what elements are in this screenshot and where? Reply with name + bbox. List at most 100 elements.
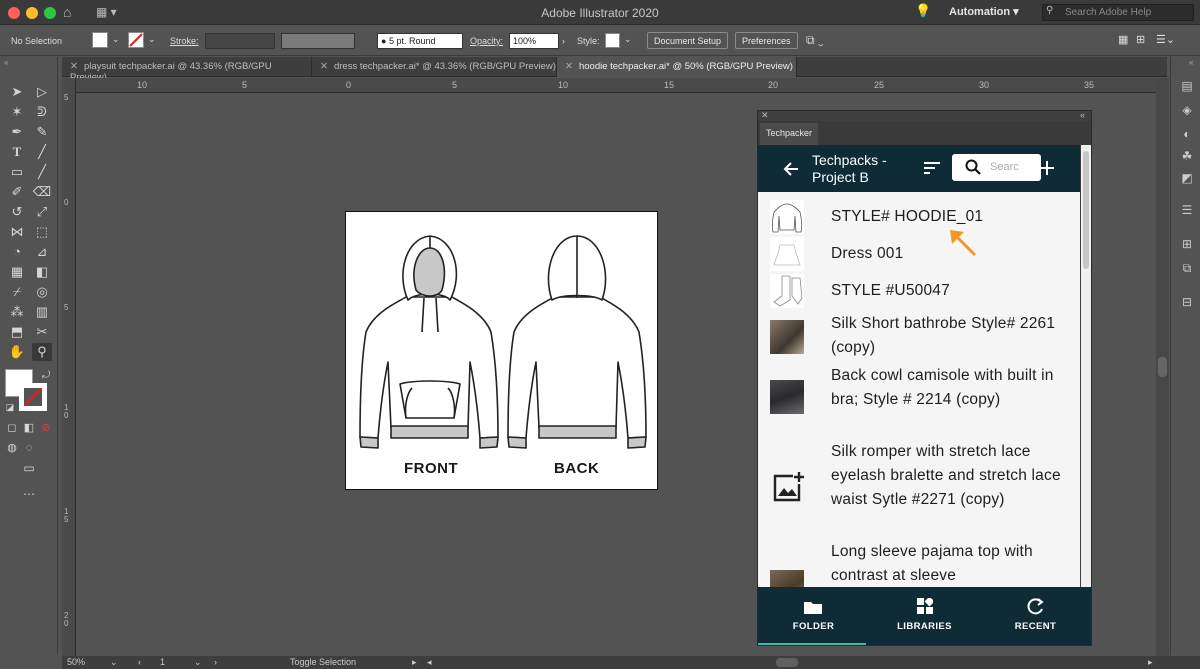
vertical-ruler[interactable]: 5 0 5 1 0 1 5 2 0 [62,78,76,656]
color-icon[interactable]: ◐ [1180,127,1194,141]
none-mode-icon[interactable]: ⊘ [36,419,56,437]
variable-width-profile[interactable] [281,33,355,49]
transform-icon[interactable]: ⊞ [1136,33,1145,46]
perspective-grid-tool-icon[interactable]: ⊿ [32,243,52,261]
scrollbar-thumb[interactable] [1083,151,1089,269]
magic-wand-tool-icon[interactable]: ✶ [7,103,27,121]
artboard-tool-icon[interactable]: ⬒ [7,323,27,341]
artboard-dropdown-icon[interactable]: ⌄ [194,657,202,668]
artboard-number[interactable]: 1 [160,657,165,667]
brush-definition[interactable]: ● 5 pt. Round [377,33,463,49]
pathfinder-icon[interactable]: ⧉ [1180,261,1194,275]
tab-hoodie[interactable]: ✕ hoodie techpacker.ai* @ 50% (RGB/GPU Pr… [557,57,797,77]
line-tool-icon[interactable]: ╱ [32,143,52,161]
type-tool-icon[interactable]: T [7,143,27,161]
opacity-arrow-icon[interactable]: › [562,36,565,46]
opacity-input[interactable]: 100% [509,33,559,49]
rectangle-tool-icon[interactable]: ▭ [7,163,27,181]
nav-libraries[interactable]: LIBRARIES [869,587,980,645]
eyedropper-tool-icon[interactable]: ⌿ [7,283,27,301]
rotate-tool-icon[interactable]: ↺ [7,203,27,221]
document-icon[interactable]: ◩ [1180,171,1194,185]
free-transform-tool-icon[interactable]: ⬚ [32,223,52,241]
collapse-dock-icon[interactable]: « [1189,58,1193,67]
panel-menu-icon[interactable]: ☰⌄ [1156,33,1175,46]
scroll-left-icon[interactable]: ◂ [427,657,432,668]
direct-selection-tool-icon[interactable]: ▷ [32,83,52,101]
pen-tool-icon[interactable]: ✒ [7,123,27,141]
align-panel-icon[interactable]: ☰ [1180,203,1194,217]
help-search-input[interactable]: Search Adobe Help [1042,4,1194,21]
list-item[interactable]: Silk Short bathrobe Style# 2261 (copy) [758,312,1080,362]
techpacker-tab[interactable]: Techpacker [760,123,819,145]
horizontal-scrollbar-thumb[interactable] [776,658,798,667]
default-colors-icon[interactable]: ◪ [0,398,20,416]
sort-icon[interactable] [923,161,941,175]
scale-tool-icon[interactable]: ⤢ [32,203,52,221]
more-tools-icon[interactable]: ⋯ [19,485,39,503]
appearance-icon[interactable]: ☘ [1180,149,1194,163]
gradient-tool-icon[interactable]: ◧ [32,263,52,281]
arrange-icon[interactable]: ⧉ ⌄ [806,33,824,48]
symbol-sprayer-tool-icon[interactable]: ⁂ [7,303,27,321]
add-icon[interactable] [1039,160,1055,176]
next-artboard-icon[interactable]: › [214,657,217,667]
add-image-icon[interactable] [771,470,805,504]
selection-tool-icon[interactable]: ➤ [7,83,27,101]
blend-tool-icon[interactable]: ◎ [32,283,52,301]
canvas-vertical-scrollbar[interactable] [1156,78,1169,656]
align-icon[interactable]: ▦ [1118,33,1128,46]
graphic-style-swatch[interactable] [605,33,620,48]
layers-icon[interactable]: ◈ [1180,103,1194,117]
close-tab-icon[interactable]: ✕ [565,61,573,72]
width-tool-icon[interactable]: ⋈ [7,223,27,241]
zoom-dropdown-icon[interactable]: ⌄ [110,657,118,668]
horizontal-ruler[interactable]: 10 5 0 5 10 15 20 25 30 35 [76,78,1156,93]
properties-icon[interactable]: ▤ [1180,79,1194,93]
collapse-panel-icon[interactable]: « [1080,110,1085,120]
zoom-tool-icon[interactable]: ⚲ [32,343,52,361]
shape-builder-tool-icon[interactable]: ◔ [7,243,27,261]
fill-swatch[interactable] [92,32,108,48]
eraser-tool-icon[interactable]: ⌫ [32,183,52,201]
artboards-panel-icon[interactable]: ⊟ [1180,295,1194,309]
stroke-swatch[interactable] [128,32,144,48]
document-setup-button[interactable]: Document Setup [647,32,729,49]
draw-behind-icon[interactable]: ◌ [19,439,39,457]
close-tab-icon[interactable]: ✕ [70,61,78,72]
scrollbar-thumb[interactable] [1158,357,1167,377]
column-graph-tool-icon[interactable]: ▥ [32,303,52,321]
curvature-tool-icon[interactable]: ✎ [32,123,52,141]
paintbrush-tool-icon[interactable]: ╱ [32,163,52,181]
slice-tool-icon[interactable]: ✂ [32,323,52,341]
list-item[interactable]: Long sleeve pajama top with contrast at … [758,540,1080,587]
list-item[interactable]: Back cowl camisole with built in bra; St… [758,364,1080,438]
workspace-switcher[interactable]: Automation ▾ [949,5,1019,18]
nav-folder[interactable]: FOLDER [758,587,869,645]
mesh-tool-icon[interactable]: ▦ [7,263,27,281]
list-item[interactable]: STYLE# HOODIE_01 [758,200,1080,236]
collapse-panel-icon[interactable]: « [4,58,8,67]
stroke-color-box[interactable] [19,383,47,411]
nav-recent[interactable]: RECENT [980,587,1091,645]
status-menu-icon[interactable]: ▸ [412,657,417,668]
list-item[interactable]: Silk romper with stretch lace eyelash br… [758,440,1080,538]
fill-dropdown-icon[interactable]: ⌄ [112,34,120,45]
prev-artboard-icon[interactable]: ‹ [138,657,141,667]
swap-fill-stroke-icon[interactable]: ⤾ [36,367,56,385]
close-tab-icon[interactable]: ✕ [320,61,328,72]
transform-panel-icon[interactable]: ⊞ [1180,237,1194,251]
style-dropdown-icon[interactable]: ⌄ [624,34,632,45]
zoom-level[interactable]: 50% [67,657,85,667]
panel-scrollbar[interactable] [1081,145,1091,587]
shaper-tool-icon[interactable]: ✐ [7,183,27,201]
tab-playsuit[interactable]: ✕ playsuit techpacker.ai @ 43.36% (RGB/GP… [62,57,312,83]
tab-dress[interactable]: ✕ dress techpacker.ai* @ 43.36% (RGB/GPU … [312,57,557,77]
artboard[interactable]: FRONT BACK [345,211,658,490]
stroke-dropdown-icon[interactable]: ⌄ [148,34,156,45]
back-arrow-icon[interactable] [782,160,800,178]
techpack-search-input[interactable]: Searc [952,154,1041,181]
lightbulb-icon[interactable]: 💡 [915,3,931,19]
stroke-weight-input[interactable] [205,33,275,49]
close-panel-icon[interactable]: ✕ [761,110,769,121]
